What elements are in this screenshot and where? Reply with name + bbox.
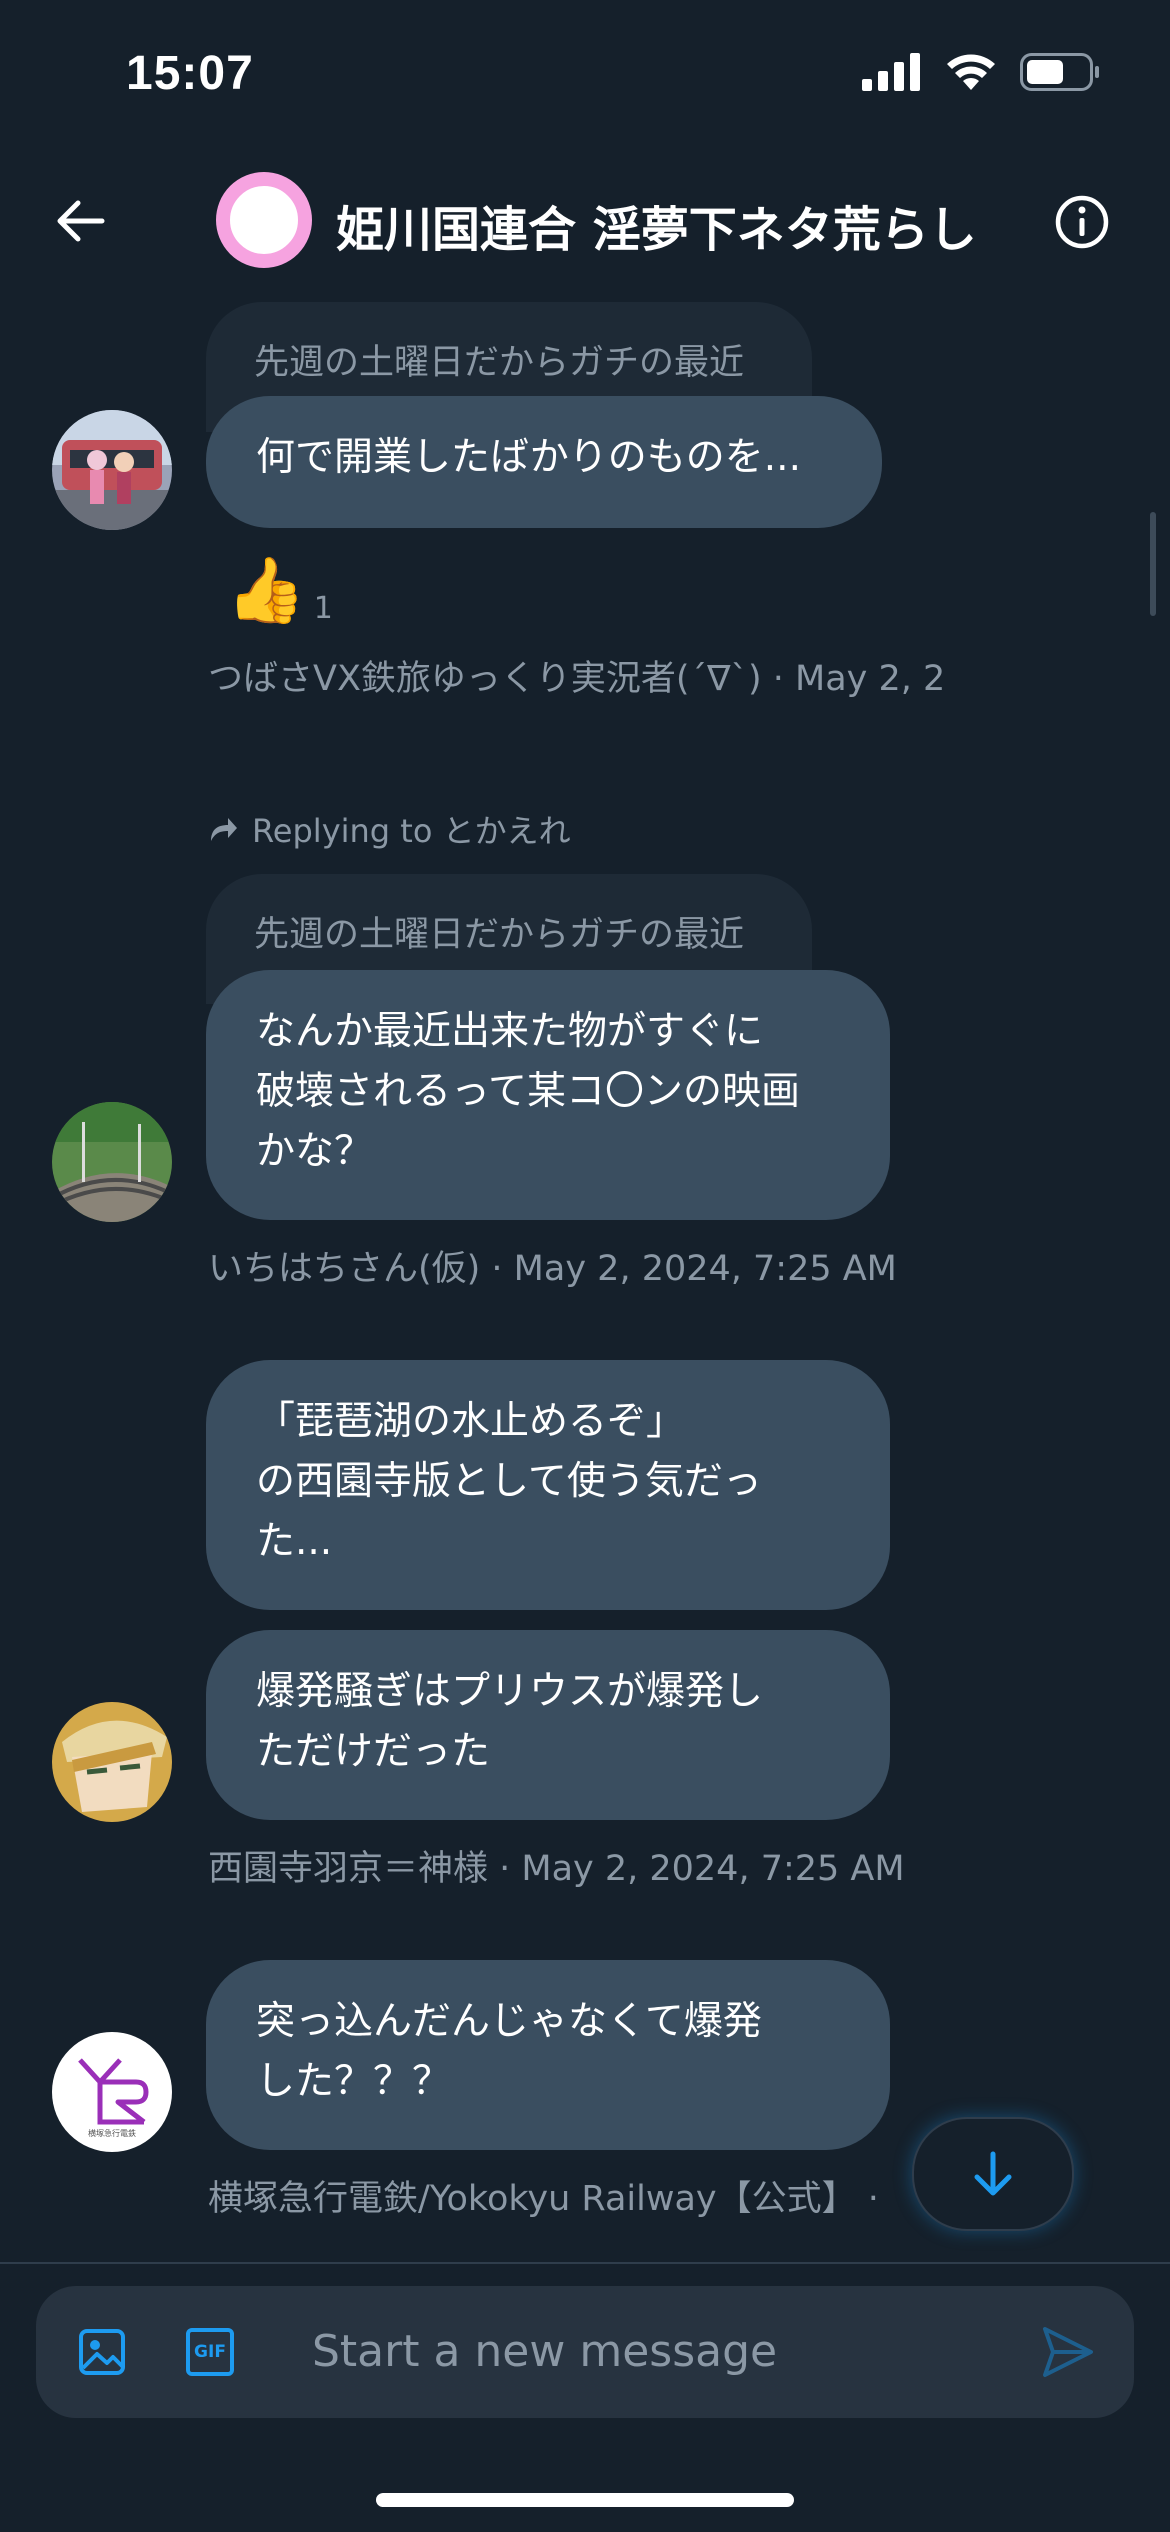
wifi-icon <box>947 54 995 90</box>
message-bubble[interactable]: 爆発騒ぎはプリウスが爆発し ただけだった <box>206 1630 890 1820</box>
yokokyu-logo: 横塚急行電鉄 <box>78 2058 149 2138</box>
image-icon[interactable] <box>78 2328 126 2376</box>
home-indicator[interactable] <box>376 2493 794 2507</box>
message-bubble[interactable]: なんか最近出来た物がすぐに 破壊されるって某コ〇ンの映画 かな？ <box>206 970 890 1220</box>
gif-label: GIF <box>194 2342 226 2362</box>
battery-icon <box>1020 53 1099 91</box>
message-bubble[interactable]: 「琵琶湖の水止めるぞ」 の西園寺版として使う気だっ た... <box>206 1360 890 1610</box>
avatar[interactable] <box>52 1102 172 1222</box>
message-bubble[interactable]: 何で開業したばかりのものを... <box>206 396 882 528</box>
avatar[interactable] <box>52 410 172 530</box>
group-avatar[interactable] <box>216 172 312 268</box>
status-time: 15:07 <box>126 47 254 100</box>
gif-icon[interactable]: GIF <box>186 2328 234 2376</box>
message-meta: 横塚急行電鉄/Yokokyu Railway【公式】 · <box>208 2179 879 2219</box>
replying-to-label: Replying to とかえれ <box>252 812 571 850</box>
status-icons <box>862 52 1100 92</box>
message-meta: いちはちさん(仮) · May 2, 2024, 7:25 AM <box>208 1249 897 1289</box>
divider <box>0 2262 1170 2264</box>
thumbs-up-icon: 👍 <box>226 554 306 628</box>
avatar[interactable] <box>52 1702 172 1822</box>
avatar[interactable]: 横塚急行電鉄 <box>52 2032 172 2152</box>
svg-text:横塚急行電鉄: 横塚急行電鉄 <box>88 2128 136 2138</box>
reaction-count: 1 <box>313 591 333 626</box>
info-icon[interactable] <box>1054 194 1110 250</box>
conversation-title[interactable]: 姫川国連合 淫夢下ネタ荒らし <box>336 190 977 260</box>
message-meta: つばさVX鉄旅ゆっくり実況者(´∇`) · May 2, 2 <box>208 659 946 699</box>
reaction[interactable]: 👍 1 <box>226 556 333 626</box>
message-bubble[interactable]: 突っ込んだんじゃなくて爆発 した？？？ <box>206 1960 890 2150</box>
message-meta: 西園寺羽京＝神様 · May 2, 2024, 7:25 AM <box>208 1849 905 1889</box>
scroll-to-bottom-button[interactable] <box>912 2117 1074 2231</box>
scrollbar[interactable] <box>1150 512 1156 616</box>
arrow-down-icon <box>974 2151 1012 2196</box>
back-arrow-icon[interactable] <box>52 193 108 249</box>
reply-arrow-icon <box>211 818 237 841</box>
message-input[interactable]: Start a new message <box>312 2326 777 2377</box>
cellular-signal-icon <box>862 53 920 91</box>
send-icon[interactable] <box>1040 2324 1096 2380</box>
replying-to: Replying to とかえれ <box>208 806 571 852</box>
